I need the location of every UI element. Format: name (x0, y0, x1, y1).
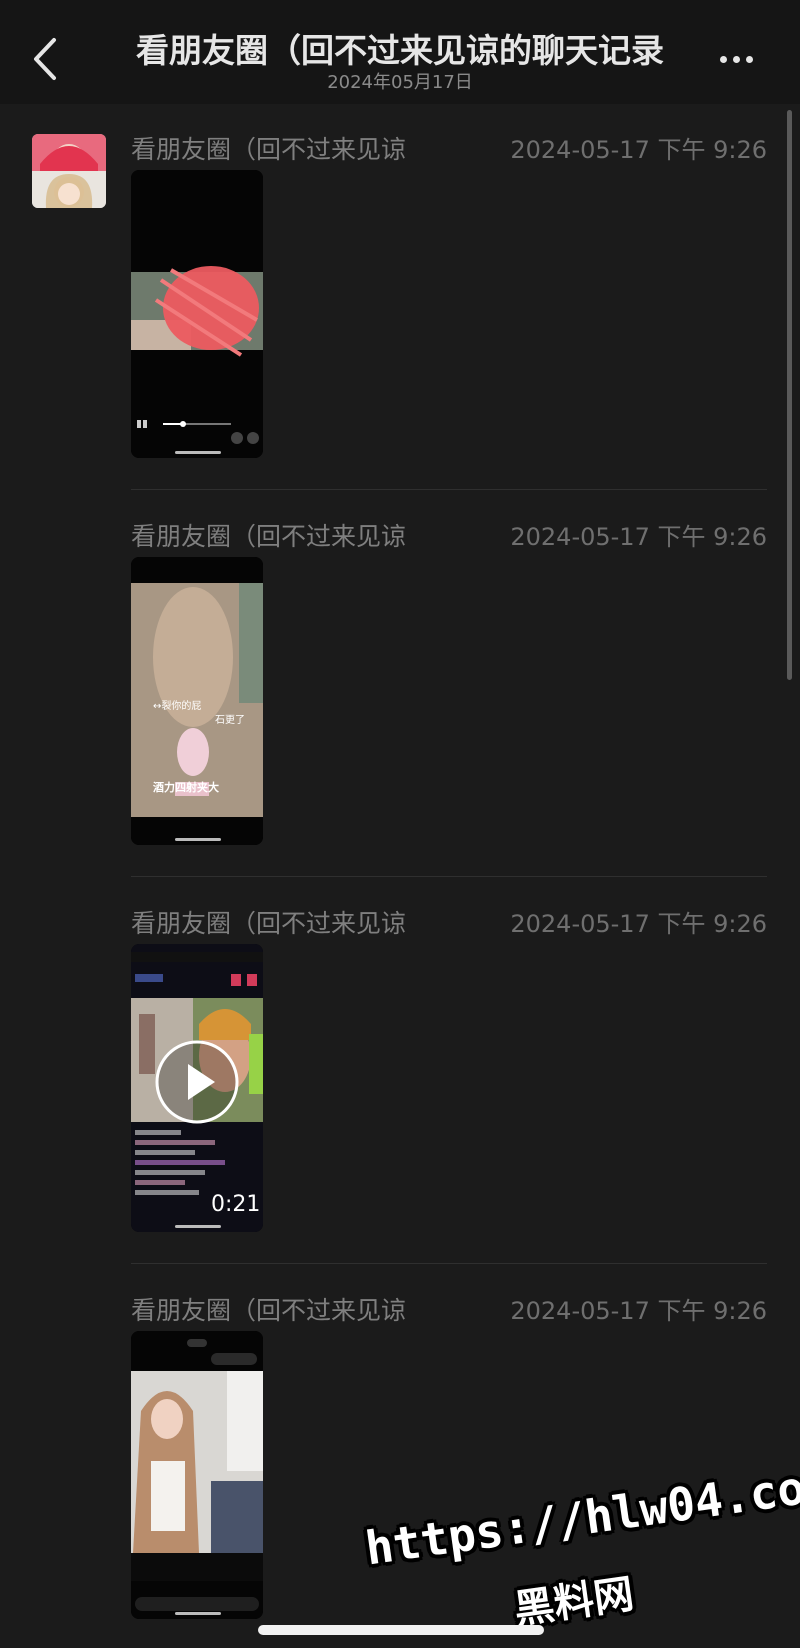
chat-title: 看朋友圈（回不过来见谅的聊天记录 (136, 31, 664, 70)
nav-header: 看朋友圈（回不过来见谅的聊天记录 2024年05月17日 (0, 0, 800, 104)
message-time: 2024-05-17 下午 9:26 (510, 1297, 767, 1325)
overlay-text: ↔裂你的屁 (153, 699, 201, 712)
sender-name: 看朋友圈（回不过来见谅 (131, 909, 407, 938)
message-time: 2024-05-17 下午 9:26 (510, 523, 767, 551)
image-thumbnail[interactable]: ↔裂你的屁 石更了 酒力四射夹大 (131, 557, 263, 845)
video-duration: 0:21 (211, 1192, 261, 1217)
watermark-url: https://hlw04.com (362, 1456, 800, 1576)
sender-name: 看朋友圈（回不过来见谅 (131, 522, 407, 551)
message-time: 2024-05-17 下午 9:26 (510, 136, 767, 164)
overlay-text: 石更了 (215, 714, 245, 726)
divider (131, 489, 767, 490)
more-options-icon[interactable] (720, 48, 764, 68)
back-chevron-icon[interactable] (28, 36, 64, 82)
message-time: 2024-05-17 下午 9:26 (510, 910, 767, 938)
chat-date: 2024年05月17日 (327, 72, 473, 93)
divider (131, 1263, 767, 1264)
sender-name: 看朋友圈（回不过来见谅 (131, 135, 407, 164)
divider (131, 876, 767, 877)
video-thumbnail[interactable]: 0:21 (131, 944, 263, 1232)
home-indicator[interactable] (258, 1625, 544, 1635)
overlay-text: 酒力四射夹大 (153, 780, 219, 794)
video-thumbnail[interactable] (131, 170, 263, 458)
avatar[interactable] (32, 134, 106, 208)
scrollbar[interactable] (787, 110, 792, 680)
image-thumbnail[interactable] (131, 1331, 263, 1619)
sender-name: 看朋友圈（回不过来见谅 (131, 1296, 407, 1325)
